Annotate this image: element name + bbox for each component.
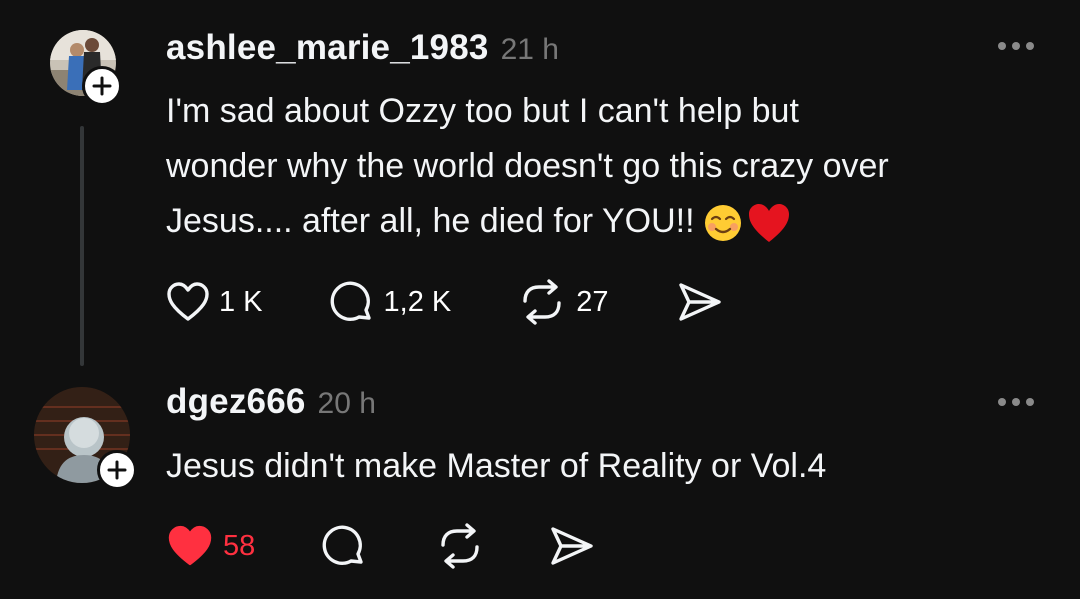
follow-button[interactable] [82, 66, 122, 106]
repost-icon [523, 279, 561, 325]
post-header: dgez666 20 h [166, 382, 376, 422]
red-heart-icon [747, 202, 791, 244]
repost-button[interactable] [435, 523, 485, 569]
share-icon [678, 283, 721, 321]
share-button[interactable] [549, 524, 595, 568]
reply-button[interactable]: 1,2 K [329, 280, 452, 324]
repost-icon [441, 523, 479, 569]
username[interactable]: ashlee_marie_1983 [166, 28, 489, 68]
reply-count: 1,2 K [383, 285, 452, 318]
more-options-icon[interactable] [996, 396, 1036, 408]
plus-icon [92, 76, 112, 96]
share-icon [551, 527, 593, 565]
repost-button[interactable]: 27 [517, 279, 609, 325]
plus-icon [107, 460, 127, 480]
thread-line [80, 126, 84, 366]
share-button[interactable] [677, 280, 723, 324]
repost-count: 27 [576, 285, 609, 318]
like-button[interactable]: 58 [166, 524, 255, 568]
follow-button[interactable] [97, 450, 137, 490]
like-count: 58 [223, 529, 256, 562]
post-dgez: dgez666 20 h Jesus didn't make Master of… [0, 375, 1080, 599]
smiling-face-icon [703, 203, 743, 243]
comment-icon [330, 281, 371, 321]
timestamp: 21 h [500, 33, 559, 66]
reply-button[interactable] [321, 524, 367, 568]
like-button[interactable]: 1 K [166, 281, 263, 323]
timestamp: 20 h [317, 387, 376, 420]
like-count: 1 K [219, 285, 263, 318]
post-header: ashlee_marie_1983 21 h [166, 28, 559, 68]
post-ashlee: ashlee_marie_1983 21 h I'm sad about Ozz… [0, 0, 1080, 375]
heart-icon [168, 525, 212, 566]
heart-icon [167, 282, 209, 321]
post-actions: 1 K 1,2 K 27 [166, 279, 723, 325]
post-text: Jesus didn't make Master of Reality or V… [166, 447, 827, 485]
more-options-icon[interactable] [996, 40, 1036, 52]
post-text: I'm sad about Ozzy too but I can't help … [166, 84, 889, 249]
comment-icon [322, 525, 363, 565]
username[interactable]: dgez666 [166, 382, 306, 422]
post-actions: 58 [166, 523, 595, 569]
